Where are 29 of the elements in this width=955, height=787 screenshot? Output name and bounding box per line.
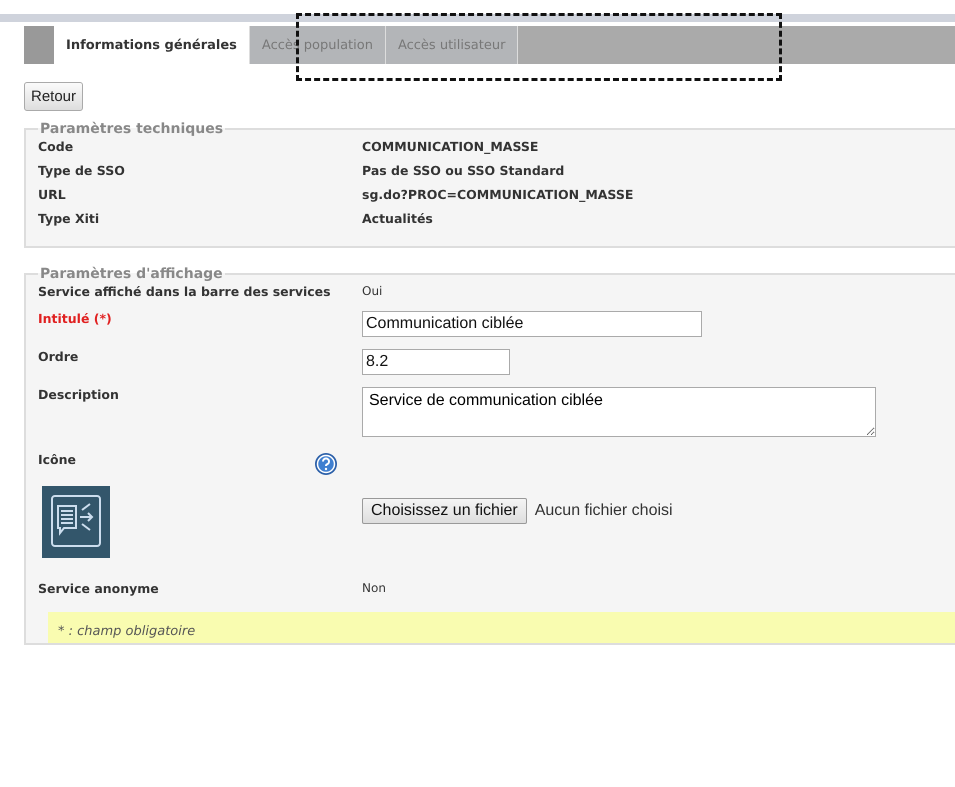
help-icon[interactable]	[314, 452, 338, 476]
field-label: URL	[38, 187, 67, 202]
tab[interactable]: Informations générales	[54, 26, 250, 64]
field-value: Actualités	[362, 211, 434, 226]
field-label: Type Xiti	[38, 211, 100, 226]
text-input[interactable]: 8.2	[362, 349, 510, 375]
choose-file-button[interactable]: Choisissez un fichier	[362, 498, 527, 524]
field-label: Service affiché dans la barre des services	[38, 284, 332, 299]
field-label: Ordre	[38, 349, 80, 364]
section-title: Paramètres techniques	[39, 121, 224, 137]
field-label: Code	[38, 139, 74, 154]
field-label: Service anonyme	[38, 581, 160, 596]
field-value: Oui	[362, 284, 384, 299]
description-textarea[interactable]: Service de communication ciblée	[362, 387, 876, 437]
file-status: Aucun fichier choisi	[534, 502, 673, 520]
field-value: Non	[362, 581, 387, 596]
field-value: sg.do?PROC=COMMUNICATION_MASSE	[362, 187, 634, 202]
required-note: * : champ obligatoire	[48, 612, 955, 643]
field-label: Icône	[38, 452, 76, 467]
back-button[interactable]: Retour	[24, 82, 84, 111]
field-label: Type de SSO	[38, 163, 126, 178]
section-title: Paramètres d'affichage	[39, 266, 224, 282]
field-value: Pas de SSO ou SSO Standard	[362, 163, 566, 178]
message-icon	[42, 486, 110, 558]
field-label: Intitulé (*)	[38, 311, 113, 326]
text-input[interactable]: Communication ciblée	[362, 311, 702, 337]
field-value: COMMUNICATION_MASSE	[362, 139, 540, 154]
field-label: Description	[38, 387, 120, 402]
tab-bar-edge	[24, 26, 54, 64]
